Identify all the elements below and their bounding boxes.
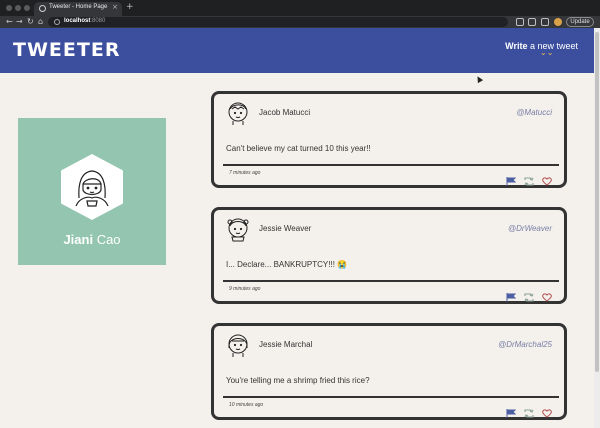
site-header: TWEETER Write a new tweet ⌄⌄: [0, 28, 594, 73]
page-viewport: TWEETER Write a new tweet ⌄⌄ Jiani Cao J…: [0, 28, 594, 428]
heart-icon[interactable]: [542, 171, 552, 190]
flag-icon[interactable]: [506, 171, 517, 190]
tweet-author-handle: @DrWeaver: [508, 224, 552, 233]
tweet-author-name: Jessie Marchal: [259, 340, 313, 349]
maximize-window-icon[interactable]: [24, 5, 30, 11]
heart-icon[interactable]: [542, 287, 552, 306]
back-icon[interactable]: ←: [6, 16, 13, 28]
minimize-window-icon[interactable]: [15, 5, 21, 11]
tweet-author-handle: @DrMarchal25: [498, 340, 552, 349]
girl-bob-avatar-icon: [226, 332, 250, 358]
tweet-author-name: Jacob Matucci: [259, 108, 311, 117]
mouse-cursor-icon: [474, 74, 484, 84]
tweet-actions: [503, 170, 552, 186]
close-window-icon[interactable]: [6, 5, 12, 11]
extensions-icon[interactable]: [541, 18, 549, 26]
boy-avatar-icon: [226, 100, 250, 126]
retweet-icon[interactable]: [524, 171, 534, 190]
retweet-icon[interactable]: [524, 403, 534, 422]
profile-avatar-icon[interactable]: [554, 18, 562, 26]
browser-toolbar: ← → ↻ ⌂ localhost:8080 Update: [0, 16, 600, 28]
browser-tab-bar: Tweeter - Home Page × +: [0, 0, 600, 16]
reload-icon[interactable]: ↻: [27, 16, 34, 28]
share-icon[interactable]: [516, 18, 524, 26]
forward-icon[interactable]: →: [16, 16, 23, 28]
double-chevron-down-icon[interactable]: ⌄⌄: [540, 49, 553, 57]
tweet-timestamp: 10 minutes ago: [229, 402, 264, 408]
tweet-text: Can't believe my cat turned 10 this year…: [226, 144, 371, 153]
tweet-card: Jessie Marchal @DrMarchal25 You're telli…: [211, 323, 567, 420]
scrollbar-thumb[interactable]: [595, 32, 599, 372]
site-info-icon[interactable]: [54, 19, 60, 25]
tweet-card: Jessie Weaver @DrWeaver I... Declare... …: [211, 207, 567, 304]
tweet-actions: [503, 402, 552, 418]
url-text: localhost:8080: [64, 18, 106, 24]
user-profile-card: Jiani Cao: [18, 118, 166, 265]
tweet-author-name: Jessie Weaver: [259, 224, 312, 233]
tweet-author-handle: @Matucci: [516, 108, 552, 117]
browser-tab[interactable]: Tweeter - Home Page ×: [34, 2, 122, 16]
tweet-timestamp: 7 minutes ago: [229, 170, 261, 176]
site-logo[interactable]: TWEETER: [13, 39, 120, 61]
avatar-girl-icon: [75, 170, 109, 207]
tweet-text: You're telling me a shrimp fried this ri…: [226, 376, 370, 385]
profile-avatar: [61, 154, 123, 220]
tab-close-icon[interactable]: ×: [112, 3, 118, 11]
address-bar[interactable]: localhost:8080: [48, 17, 508, 27]
retweet-icon[interactable]: [524, 287, 534, 306]
profile-name: Jiani Cao: [63, 232, 121, 247]
tweet-card: Jacob Matucci @Matucci Can't believe my …: [211, 91, 567, 188]
tweet-divider: [223, 280, 559, 282]
tweet-divider: [223, 396, 559, 398]
heart-icon[interactable]: [542, 403, 552, 422]
flag-icon[interactable]: [506, 287, 517, 306]
globe-icon: [39, 5, 46, 12]
tweet-actions: [503, 286, 552, 302]
girl-avatar-icon: [226, 216, 250, 242]
bookmark-star-icon[interactable]: [528, 18, 536, 26]
flag-icon[interactable]: [506, 403, 517, 422]
tweet-divider: [223, 164, 559, 166]
new-tab-button[interactable]: +: [126, 2, 134, 12]
tweet-timestamp: 9 minutes ago: [229, 286, 261, 292]
tweet-text: I... Declare... BANKRUPTCY!!! 😭: [226, 260, 348, 269]
home-icon[interactable]: ⌂: [38, 16, 43, 28]
tab-title: Tweeter - Home Page: [49, 4, 108, 10]
update-button[interactable]: Update: [566, 17, 594, 27]
page-scrollbar[interactable]: [594, 28, 600, 428]
